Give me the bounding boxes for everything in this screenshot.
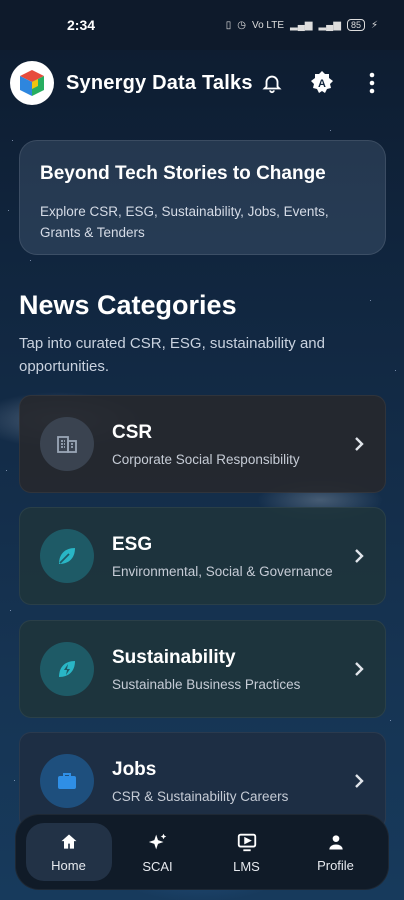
nav-label: Profile	[317, 857, 354, 873]
sparkle-icon	[148, 833, 166, 849]
category-icon-circle	[40, 754, 94, 808]
nav-label: Home	[51, 857, 86, 873]
category-subtitle: Sustainable Business Practices	[112, 676, 301, 692]
bottom-navigation: Home SCAI LMS Profile	[15, 814, 389, 890]
app-title: Synergy Data Talks	[66, 71, 253, 94]
signal-icon-2: ▂▄▆	[318, 19, 341, 31]
network-label: Vo LTE	[251, 19, 285, 31]
chevron-right-icon	[355, 662, 364, 676]
nav-item-scai[interactable]: SCAI	[115, 823, 201, 881]
category-title: ESG	[112, 533, 153, 555]
briefcase-icon	[58, 773, 76, 789]
category-card-esg[interactable]: ESG Environmental, Social & Governance	[19, 507, 386, 605]
category-title: Jobs	[112, 758, 157, 780]
section-subtitle: Tap into curated CSR, ESG, sustainabilit…	[19, 335, 325, 375]
category-subtitle: CSR & Sustainability Careers	[112, 788, 289, 804]
status-bar: 2:34 ▯ ◷ Vo LTE ▂▄▆ ▂▄▆ 85 ⚡	[0, 0, 404, 50]
nav-label: LMS	[233, 858, 260, 874]
chevron-right-icon	[355, 437, 364, 451]
hero-subtitle: Explore CSR, ESG, Sustainability, Jobs, …	[40, 204, 329, 240]
category-title: Sustainability	[112, 646, 236, 668]
notifications-button[interactable]	[258, 69, 286, 97]
category-icon-circle	[40, 417, 94, 471]
chevron-right-icon	[355, 549, 364, 563]
category-subtitle: Environmental, Social & Governance	[112, 563, 333, 579]
eco-bolt-icon	[59, 661, 75, 677]
svg-text:A: A	[318, 78, 326, 90]
nav-item-profile[interactable]: Profile	[293, 823, 379, 881]
category-title: CSR	[112, 421, 153, 443]
category-icon-circle	[40, 642, 94, 696]
status-icons: ▯ ◷ Vo LTE ▂▄▆ ▂▄▆ 85 ⚡	[226, 19, 378, 31]
battery-icon: 85	[346, 19, 365, 31]
category-card-csr[interactable]: CSR Corporate Social Responsibility	[19, 395, 386, 493]
leaf-icon	[59, 548, 75, 564]
home-icon	[61, 834, 76, 849]
status-time: 2:34	[67, 17, 96, 33]
alarm-icon: ◷	[237, 19, 246, 31]
nav-item-lms[interactable]: LMS	[204, 823, 290, 881]
app-bar: Synergy Data Talks A	[0, 52, 404, 114]
more-options-button[interactable]	[358, 69, 386, 97]
nav-item-home[interactable]: Home	[25, 823, 112, 881]
signal-icon: ▂▄▆	[290, 19, 313, 31]
app-logo	[10, 61, 54, 105]
nav-label: SCAI	[142, 858, 173, 874]
hero-title: Beyond Tech Stories to Change	[40, 163, 326, 184]
vibrate-icon: ▯	[225, 19, 232, 31]
section-title: News Categories	[19, 290, 237, 320]
category-subtitle: Corporate Social Responsibility	[112, 451, 300, 467]
video-icon	[237, 833, 256, 851]
chevron-right-icon	[355, 774, 364, 788]
category-card-sustainability[interactable]: Sustainability Sustainable Business Prac…	[19, 620, 386, 718]
translate-button[interactable]: A	[308, 69, 336, 97]
more-vert-icon	[369, 72, 375, 94]
category-icon-circle	[40, 529, 94, 583]
building-icon	[57, 436, 77, 453]
charging-icon: ⚡	[370, 19, 378, 31]
translate-icon: A	[311, 71, 333, 93]
app-actions: A	[258, 69, 394, 97]
hero-card: Beyond Tech Stories to Change Explore CS…	[19, 140, 386, 255]
person-icon	[328, 834, 343, 849]
bell-icon	[262, 75, 282, 94]
